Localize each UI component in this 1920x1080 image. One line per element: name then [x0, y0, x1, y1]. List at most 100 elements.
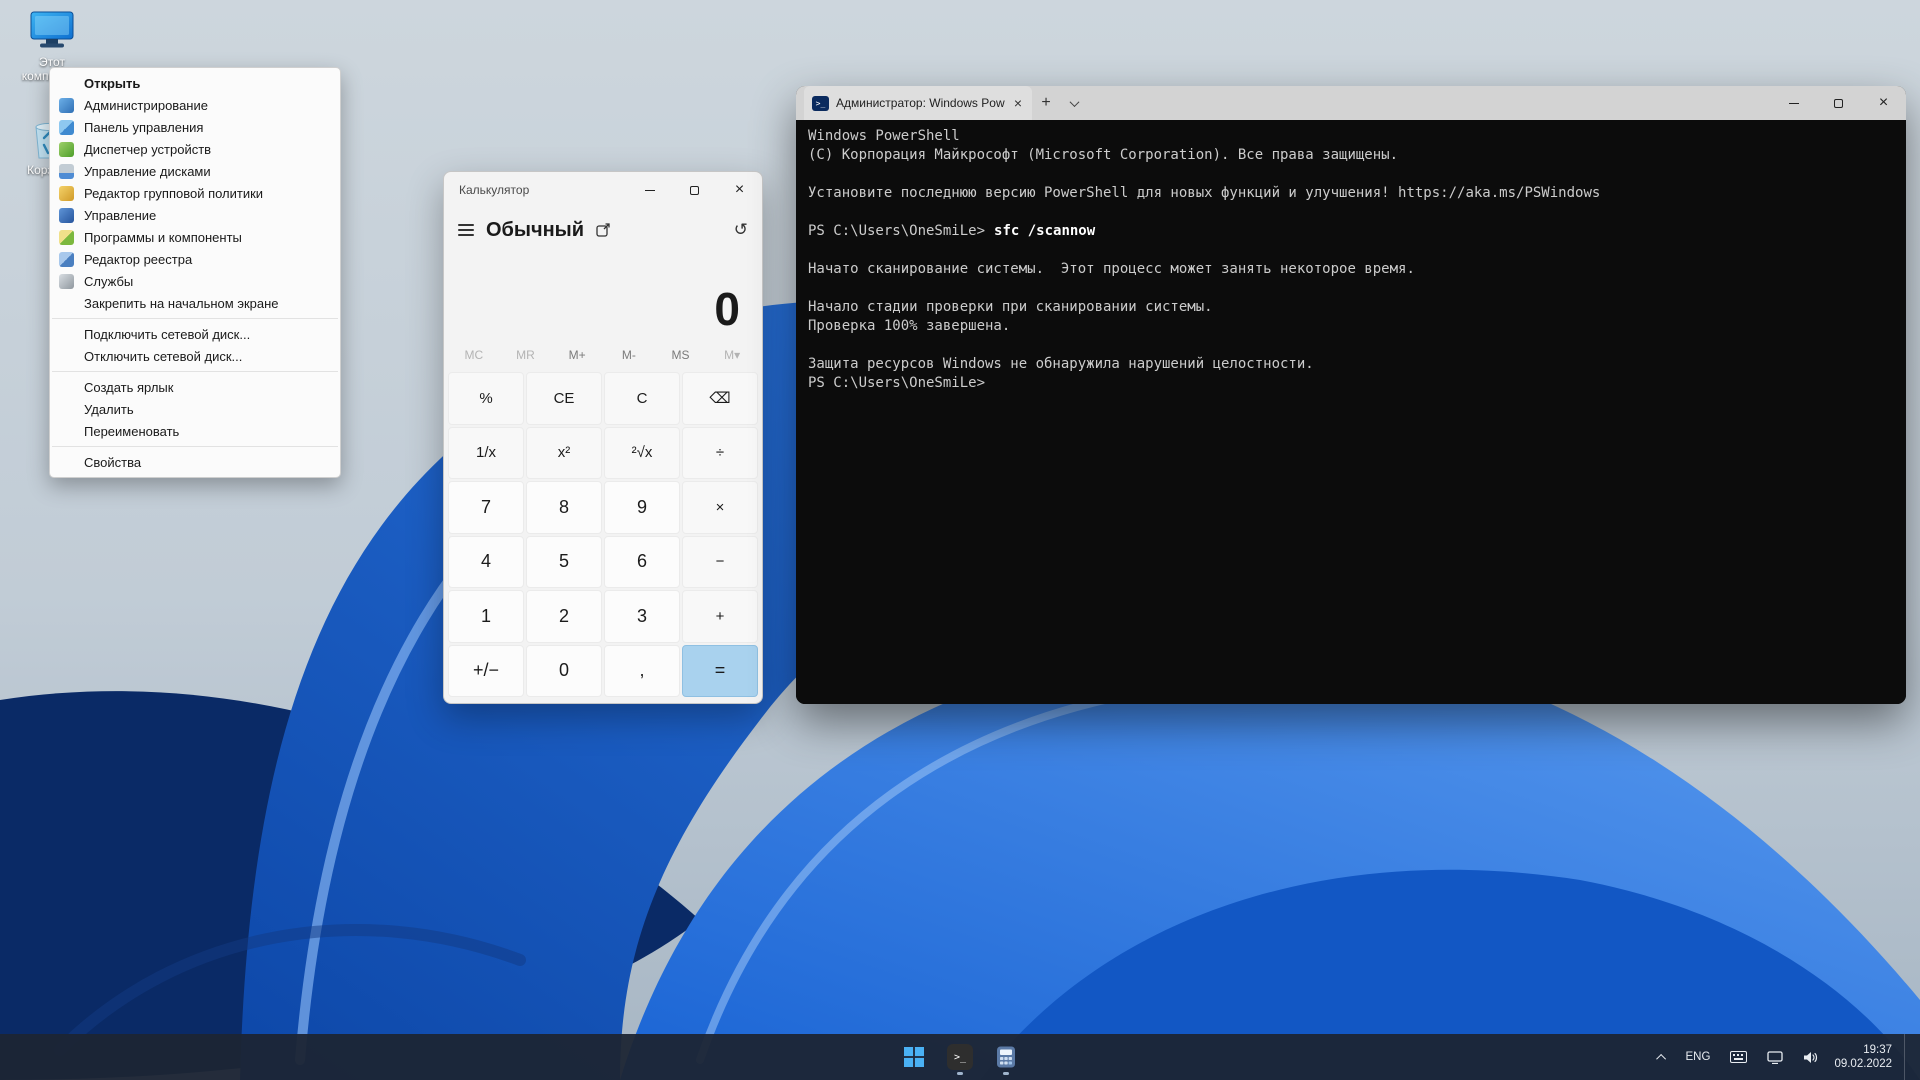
calc-key-2[interactable]: 2 — [526, 590, 602, 643]
menu-item-disconnect-network-drive[interactable]: Отключить сетевой диск... — [50, 345, 340, 367]
calculator-display: 0 — [444, 252, 762, 340]
calc-key-0[interactable]: 0 — [526, 645, 602, 698]
terminal-line: Защита ресурсов Windows не обнаружила на… — [808, 355, 1894, 374]
disk-management-icon — [59, 164, 74, 179]
calc-key-divide[interactable]: ÷ — [682, 427, 758, 480]
calc-key-reciprocal[interactable]: 1/x — [448, 427, 524, 480]
show-desktop-button[interactable] — [1904, 1034, 1910, 1080]
memory-clear-button[interactable]: MC — [448, 340, 500, 370]
calculator-window: Калькулятор × Обычный ↺ 0 MC MR M+ M- MS… — [443, 171, 763, 704]
start-button[interactable] — [894, 1037, 934, 1077]
menu-item-label: Редактор реестра — [84, 252, 192, 267]
menu-item-services[interactable]: Службы — [50, 270, 340, 292]
chevron-up-icon — [1656, 1053, 1666, 1063]
calc-key-4[interactable]: 4 — [448, 536, 524, 589]
terminal-command-line: PS C:\Users\OneSmiLe>sfc /scannow — [808, 222, 1894, 241]
calc-key-5[interactable]: 5 — [526, 536, 602, 589]
language-indicator[interactable]: ENG — [1682, 1047, 1715, 1067]
calc-key-multiply[interactable]: × — [682, 481, 758, 534]
menu-item-open[interactable]: Открыть — [50, 72, 340, 94]
terminal-app-icon: >_ — [947, 1044, 973, 1070]
menu-item-properties[interactable]: Свойства — [50, 451, 340, 473]
maximize-button[interactable] — [672, 172, 717, 208]
menu-item-delete[interactable]: Удалить — [50, 398, 340, 420]
clock-time: 19:37 — [1863, 1043, 1892, 1057]
powershell-window: >_ Администратор: Windows Pow × + × Wind… — [796, 86, 1906, 704]
memory-store-button[interactable]: MS — [655, 340, 707, 370]
calc-key-6[interactable]: 6 — [604, 536, 680, 589]
tray-overflow-button[interactable] — [1655, 1050, 1670, 1065]
memory-list-button[interactable]: M▾ — [706, 340, 758, 370]
taskbar-calculator-button[interactable] — [986, 1037, 1026, 1077]
calc-key-square[interactable]: x² — [526, 427, 602, 480]
close-icon: × — [735, 182, 744, 198]
calc-key-3[interactable]: 3 — [604, 590, 680, 643]
terminal-tab-title: Администратор: Windows Pow — [836, 96, 1005, 110]
close-button[interactable]: × — [717, 172, 762, 208]
calc-key-clear-entry[interactable]: CE — [526, 372, 602, 425]
menu-item-disk-management[interactable]: Управление дисками — [50, 160, 340, 182]
menu-item-pin-to-start[interactable]: Закрепить на начальном экране — [50, 292, 340, 314]
terminal-tab[interactable]: >_ Администратор: Windows Pow × — [804, 86, 1032, 120]
menu-item-administration[interactable]: Администрирование — [50, 94, 340, 116]
menu-item-label: Управление — [84, 208, 156, 223]
calc-key-plus[interactable]: + — [682, 590, 758, 643]
calculator-title: Калькулятор — [444, 183, 627, 197]
calculator-memory-row: MC MR M+ M- MS M▾ — [444, 340, 762, 370]
calculator-app-icon — [994, 1045, 1018, 1069]
menu-separator — [52, 318, 338, 319]
calc-key-sqrt[interactable]: ²√x — [604, 427, 680, 480]
calc-key-backspace[interactable]: ⌫ — [682, 372, 758, 425]
minimize-button[interactable] — [627, 172, 672, 208]
powershell-icon: >_ — [812, 96, 829, 111]
memory-recall-button[interactable]: MR — [500, 340, 552, 370]
calculator-titlebar[interactable]: Калькулятор × — [444, 172, 762, 208]
menu-item-device-manager[interactable]: Диспетчер устройств — [50, 138, 340, 160]
close-button[interactable]: × — [1861, 86, 1906, 120]
taskbar-terminal-button[interactable]: >_ — [940, 1037, 980, 1077]
volume-button[interactable] — [1799, 1047, 1822, 1068]
menu-item-label: Редактор групповой политики — [84, 186, 263, 201]
menu-item-group-policy-editor[interactable]: Редактор групповой политики — [50, 182, 340, 204]
minimize-button[interactable] — [1771, 86, 1816, 120]
close-icon: × — [1879, 95, 1888, 111]
keep-on-top-icon[interactable] — [596, 223, 610, 237]
calc-key-clear[interactable]: C — [604, 372, 680, 425]
calc-key-9[interactable]: 9 — [604, 481, 680, 534]
menu-item-management[interactable]: Управление — [50, 204, 340, 226]
menu-item-rename[interactable]: Переименовать — [50, 420, 340, 442]
tab-dropdown-button[interactable] — [1060, 90, 1088, 116]
terminal-line: Установите последнюю версию PowerShell д… — [808, 184, 1894, 203]
memory-subtract-button[interactable]: M- — [603, 340, 655, 370]
terminal-titlebar[interactable]: >_ Администратор: Windows Pow × + × — [796, 86, 1906, 120]
system-tray: ENG 19:37 09.02.2022 — [1655, 1034, 1920, 1080]
touch-keyboard-button[interactable] — [1726, 1047, 1751, 1067]
tab-close-icon[interactable]: × — [1012, 95, 1024, 111]
memory-add-button[interactable]: M+ — [551, 340, 603, 370]
menu-item-registry-editor[interactable]: Редактор реестра — [50, 248, 340, 270]
history-icon[interactable]: ↺ — [734, 220, 748, 240]
menu-item-label: Службы — [84, 274, 133, 289]
network-button[interactable] — [1763, 1047, 1787, 1068]
menu-item-control-panel[interactable]: Панель управления — [50, 116, 340, 138]
admin-tools-icon — [59, 98, 74, 113]
calc-key-1[interactable]: 1 — [448, 590, 524, 643]
calc-key-equals[interactable]: = — [682, 645, 758, 698]
calc-key-8[interactable]: 8 — [526, 481, 602, 534]
taskbar-clock[interactable]: 19:37 09.02.2022 — [1834, 1043, 1892, 1071]
menu-hamburger-icon[interactable] — [458, 224, 474, 236]
calculator-header: Обычный ↺ — [444, 208, 762, 252]
menu-item-programs-features[interactable]: Программы и компоненты — [50, 226, 340, 248]
calc-key-percent[interactable]: % — [448, 372, 524, 425]
menu-item-create-shortcut[interactable]: Создать ярлык — [50, 376, 340, 398]
calc-key-7[interactable]: 7 — [448, 481, 524, 534]
maximize-button[interactable] — [1816, 86, 1861, 120]
new-tab-button[interactable]: + — [1032, 90, 1060, 116]
calc-key-minus[interactable]: − — [682, 536, 758, 589]
menu-item-label: Панель управления — [84, 120, 203, 135]
menu-separator — [52, 371, 338, 372]
terminal-content: Windows PowerShell (C) Корпорация Майкро… — [796, 120, 1906, 704]
menu-item-map-network-drive[interactable]: Подключить сетевой диск... — [50, 323, 340, 345]
calc-key-decimal[interactable]: , — [604, 645, 680, 698]
calc-key-negate[interactable]: +/− — [448, 645, 524, 698]
